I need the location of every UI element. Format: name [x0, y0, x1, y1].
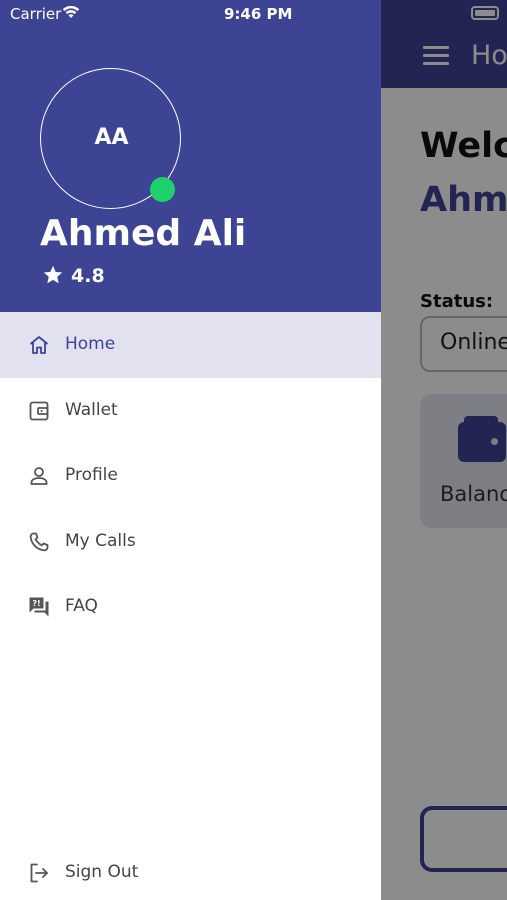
navigation-drawer: Carrier 9:46 PM AA Ahmed Ali 4.8 Home Wa… [0, 0, 381, 900]
svg-text:?!: ?! [32, 599, 40, 608]
menu-item-faq[interactable]: ?! FAQ [0, 574, 381, 640]
menu-label-faq: FAQ [65, 596, 98, 616]
home-icon [29, 336, 49, 354]
carrier-label: Carrier [10, 5, 62, 23]
menu-label-profile: Profile [65, 465, 118, 485]
menu-item-wallet[interactable]: Wallet [0, 378, 381, 444]
wallet-icon [29, 401, 49, 420]
rating-value: 4.8 [71, 265, 105, 287]
avatar-initials: AA [94, 125, 129, 150]
faq-icon: ?! [29, 597, 49, 617]
sign-out-label: Sign Out [65, 862, 139, 882]
menu-item-profile[interactable]: Profile [0, 443, 381, 509]
menu-label-my-calls: My Calls [65, 530, 136, 551]
sign-out-button[interactable]: Sign Out [0, 840, 381, 900]
sign-out-icon [30, 863, 48, 883]
menu-item-home[interactable]: Home [0, 312, 381, 378]
star-icon [43, 265, 63, 284]
menu-label-home: Home [65, 334, 116, 354]
menu-label-wallet: Wallet [65, 399, 118, 420]
drawer-header: Carrier 9:46 PM AA Ahmed Ali 4.8 [0, 0, 381, 312]
phone-icon [29, 532, 49, 551]
user-name: Ahmed Ali [40, 213, 247, 254]
drawer-menu: Home Wallet Profile My Calls ?! FAQ [0, 312, 381, 640]
clock: 9:46 PM [224, 5, 293, 23]
person-icon [30, 467, 48, 485]
status-bar: Carrier 9:46 PM [0, 0, 381, 28]
online-status-dot [150, 177, 175, 202]
wifi-icon [62, 5, 80, 18]
menu-item-my-calls[interactable]: My Calls [0, 509, 381, 575]
